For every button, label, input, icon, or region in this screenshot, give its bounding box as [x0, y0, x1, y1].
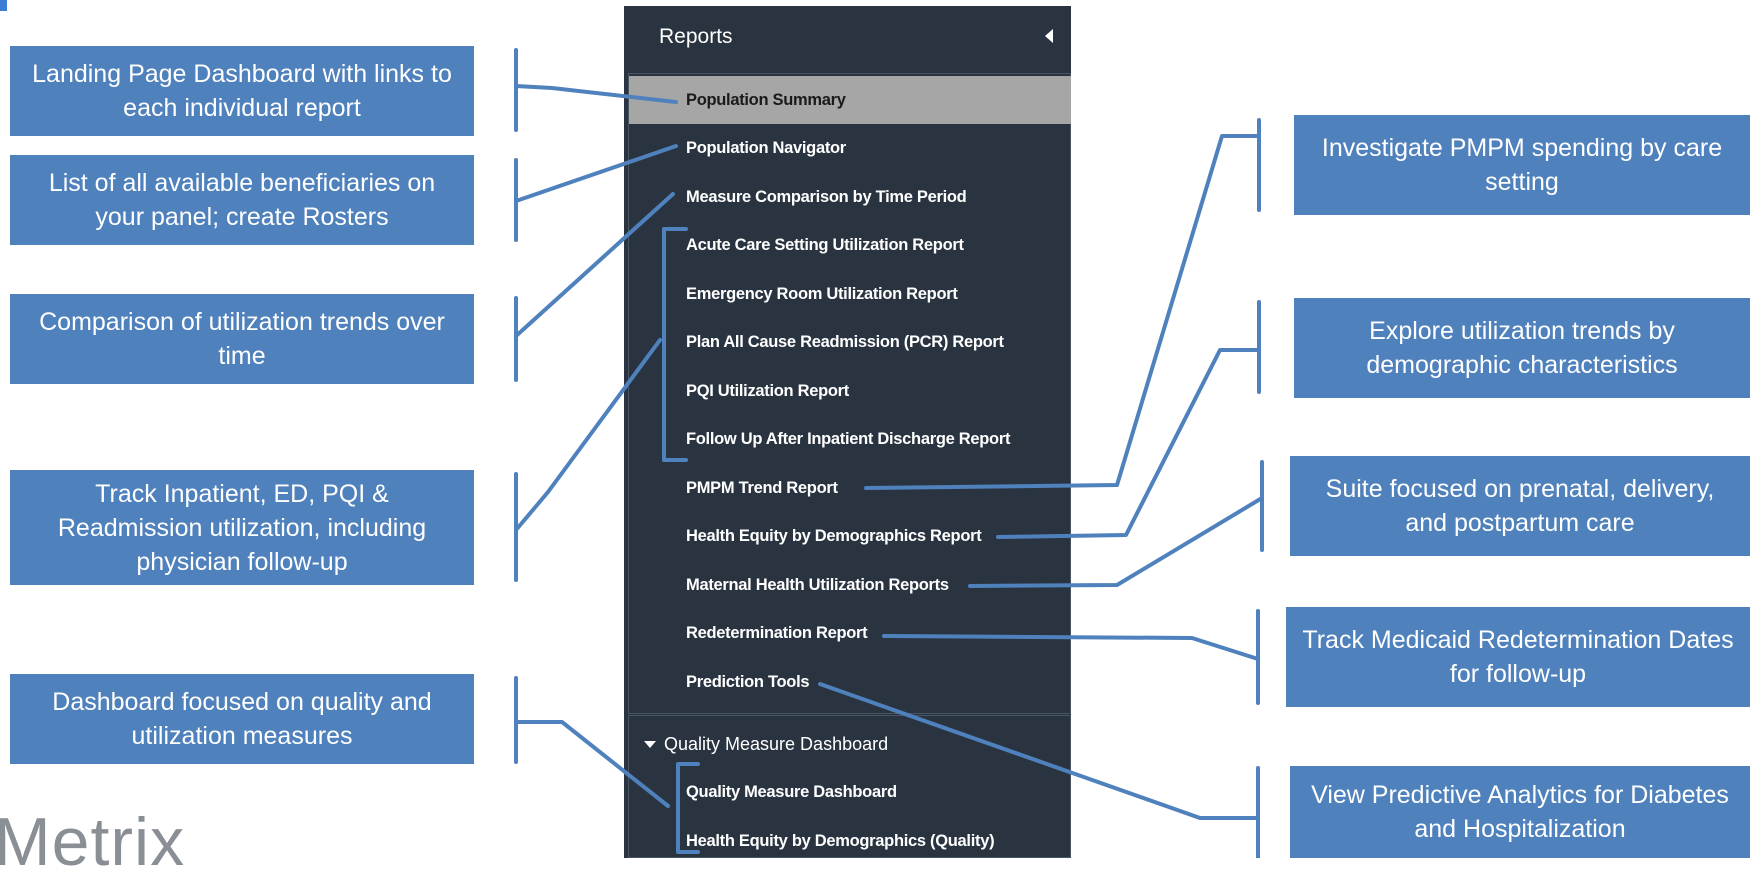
bracket-utilization-reports	[662, 227, 688, 462]
connector-lines	[514, 48, 1264, 858]
bracket-quality-items	[676, 762, 700, 854]
metrix-logo: Metrix	[0, 804, 186, 880]
connector-population-navigator	[514, 144, 678, 203]
connector-redetermination	[882, 634, 1260, 661]
connector-quality-dashboard	[514, 720, 670, 808]
connector-prediction	[818, 682, 1260, 820]
connector-measure-comparison	[514, 192, 675, 338]
connector-population-summary	[514, 84, 678, 104]
connector-maternal	[968, 496, 1264, 588]
connector-pmpm	[864, 134, 1261, 490]
connector-track-utilization	[514, 338, 662, 532]
